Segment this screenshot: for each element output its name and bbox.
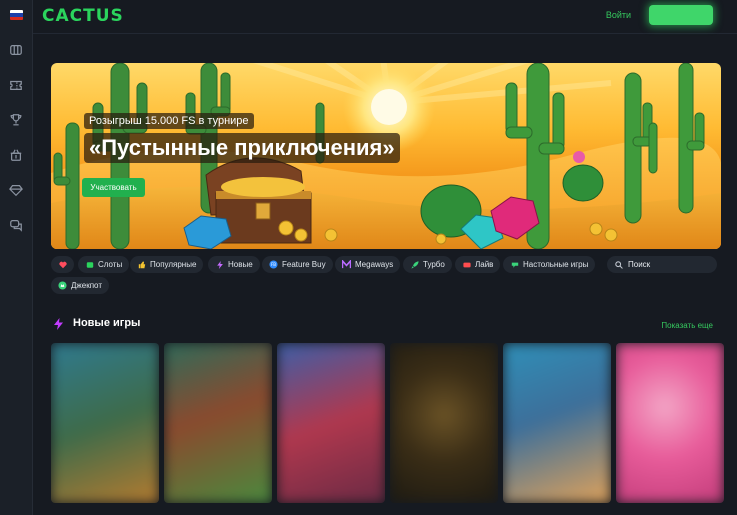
chip-feature-buy[interactable]: FB Feature Buy — [262, 256, 333, 273]
chip-new[interactable]: Новые — [208, 256, 260, 273]
feature-buy-icon: FB — [269, 260, 278, 269]
register-button[interactable] — [649, 5, 713, 25]
search-input[interactable] — [628, 260, 708, 269]
games-row — [51, 343, 737, 515]
russia-flag-icon[interactable] — [10, 10, 23, 20]
search-icon — [615, 256, 623, 274]
table-games-icon — [510, 260, 519, 269]
chip-slots[interactable]: Слоты — [78, 256, 130, 273]
lightning-icon — [215, 260, 224, 269]
megaways-icon — [342, 260, 351, 269]
top-header: CACTUS Войти — [33, 0, 737, 34]
chip-popular[interactable]: Популярные — [130, 256, 204, 273]
blurred-game-thumbnail — [51, 343, 159, 503]
favorites-chip[interactable] — [51, 256, 74, 273]
cactus-logo[interactable]: CACTUS — [42, 6, 124, 26]
game-card[interactable] — [390, 343, 498, 503]
promo-subtitle: Розыгрыш 15.000 FS в турнире — [84, 113, 254, 129]
rocket-icon — [410, 260, 419, 269]
blurred-game-thumbnail — [390, 343, 498, 503]
trophy-icon[interactable] — [8, 112, 24, 128]
game-card[interactable] — [277, 343, 385, 503]
slots-icon — [85, 260, 94, 269]
diamond-icon[interactable] — [8, 182, 24, 198]
chip-jackpot[interactable]: Джекпот — [51, 277, 109, 294]
category-filters: Слоты Популярные Новые FB Feature Buy Me… — [51, 256, 721, 298]
blurred-game-thumbnail — [164, 343, 272, 503]
heart-icon — [58, 260, 67, 269]
chip-turbo[interactable]: Турбо — [403, 256, 452, 273]
live-icon — [462, 260, 471, 269]
chat-icon[interactable] — [8, 217, 24, 233]
login-link[interactable]: Войти — [606, 10, 631, 20]
chip-live[interactable]: Лайв — [455, 256, 501, 273]
game-card[interactable] — [51, 343, 159, 503]
blurred-game-thumbnail — [616, 343, 724, 503]
slots-icon[interactable] — [8, 42, 24, 58]
blurred-game-thumbnail — [503, 343, 611, 503]
game-card[interactable] — [164, 343, 272, 503]
new-games-header: Новые игры Показать еще — [51, 315, 721, 333]
sidebar — [0, 0, 33, 515]
chip-megaways[interactable]: Megaways — [335, 256, 401, 273]
promo-banner[interactable]: Розыгрыш 15.000 FS в турнире «Пустынные … — [51, 63, 721, 249]
participate-button[interactable]: Участвовать — [82, 178, 145, 197]
game-card[interactable] — [616, 343, 724, 503]
blurred-game-thumbnail — [277, 343, 385, 503]
gift-basket-icon[interactable] — [8, 147, 24, 163]
section-title: Новые игры — [73, 317, 141, 329]
svg-text:FB: FB — [271, 262, 276, 267]
ticket-icon[interactable] — [8, 77, 24, 93]
promo-title: «Пустынные приключения» — [84, 133, 400, 163]
game-card[interactable] — [503, 343, 611, 503]
lightning-icon — [53, 317, 63, 335]
chip-table-games[interactable]: Настольные игры — [503, 256, 596, 273]
jackpot-icon — [58, 281, 67, 290]
search-box[interactable] — [607, 256, 717, 273]
thumbs-up-icon — [137, 260, 146, 269]
show-more-link[interactable]: Показать еще — [661, 321, 713, 330]
